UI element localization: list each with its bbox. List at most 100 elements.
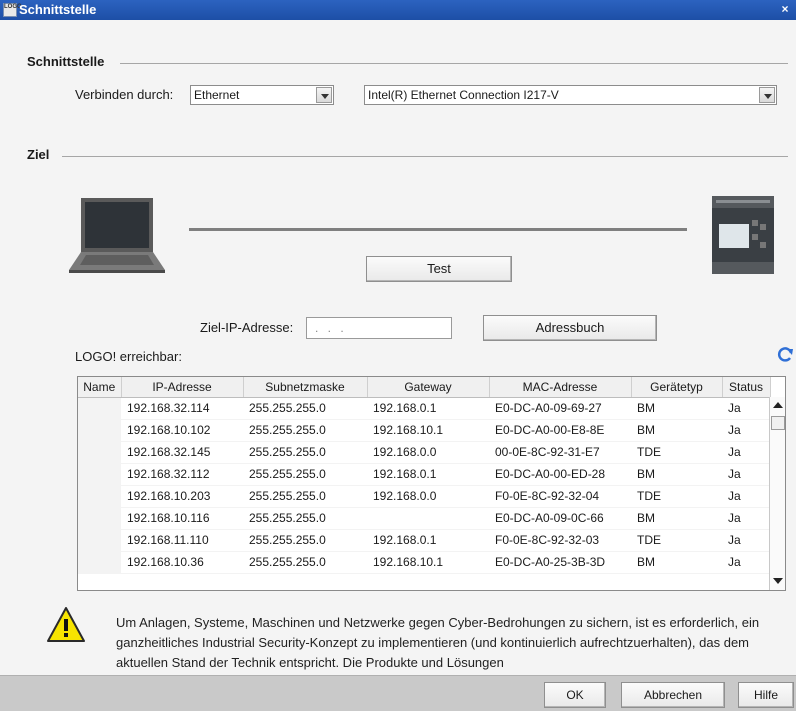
ip-address: 192.168.10.203 bbox=[121, 485, 243, 508]
mac-address: E0-DC-A0-25-3B-3D bbox=[489, 551, 631, 574]
scroll-down-icon[interactable] bbox=[771, 574, 785, 588]
ip-address: 192.168.10.36 bbox=[121, 551, 243, 574]
network-adapter-value: Intel(R) Ethernet Connection I217-V bbox=[368, 88, 559, 102]
gateway: 192.168.10.1 bbox=[367, 551, 489, 574]
addressbook-button[interactable]: Adressbuch bbox=[483, 315, 657, 341]
column-header-gateway[interactable]: Gateway bbox=[367, 377, 490, 398]
column-header-subnet[interactable]: Subnetzmaske bbox=[243, 377, 368, 398]
subnet-mask: 255.255.255.0 bbox=[243, 529, 367, 552]
footer-bar: OK Abbrechen Hilfe bbox=[0, 675, 796, 711]
network-adapter-select[interactable]: Intel(R) Ethernet Connection I217-V bbox=[364, 85, 777, 105]
device-name bbox=[78, 485, 121, 508]
device-name bbox=[78, 419, 121, 442]
test-button[interactable]: Test bbox=[366, 256, 512, 282]
chevron-down-icon[interactable] bbox=[759, 87, 775, 103]
interface-section-label: Schnittstelle bbox=[27, 54, 105, 69]
help-button[interactable]: Hilfe bbox=[738, 682, 794, 708]
connect-via-label: Verbinden durch: bbox=[75, 87, 174, 102]
column-header-ip[interactable]: IP-Adresse bbox=[121, 377, 244, 398]
subnet-mask: 255.255.255.0 bbox=[243, 463, 367, 486]
mac-address: 00-0E-8C-92-31-E7 bbox=[489, 441, 631, 464]
ip-address: 192.168.32.114 bbox=[121, 397, 243, 420]
device-type: BM bbox=[631, 419, 722, 442]
gateway: 192.168.0.0 bbox=[367, 441, 489, 464]
device-name bbox=[78, 551, 121, 574]
device-type: BM bbox=[631, 551, 722, 574]
ip-address: 192.168.32.145 bbox=[121, 441, 243, 464]
ip-address: 192.168.10.102 bbox=[121, 419, 243, 442]
device-type: TDE bbox=[631, 441, 722, 464]
subnet-mask: 255.255.255.0 bbox=[243, 441, 367, 464]
device-status: Ja bbox=[722, 463, 770, 486]
table-row[interactable]: 192.168.10.116 255.255.255.0 E0-DC-A0-09… bbox=[78, 507, 770, 530]
gateway: 192.168.0.1 bbox=[367, 529, 489, 552]
ip-address: 192.168.11.110 bbox=[121, 529, 243, 552]
table-row[interactable]: 192.168.11.110 255.255.255.0 192.168.0.1… bbox=[78, 529, 770, 552]
reachable-label: LOGO! erreichbar: bbox=[75, 349, 182, 364]
ip-address: 192.168.10.116 bbox=[121, 507, 243, 530]
device-name bbox=[78, 529, 121, 552]
device-name bbox=[78, 397, 121, 420]
device-status: Ja bbox=[722, 419, 770, 442]
title-bar: LOGO Schnittstelle × bbox=[0, 0, 796, 20]
gateway: 192.168.0.0 bbox=[367, 485, 489, 508]
gateway: 192.168.0.1 bbox=[367, 397, 489, 420]
scroll-thumb[interactable] bbox=[771, 416, 785, 430]
device-type: TDE bbox=[631, 485, 722, 508]
target-section-label: Ziel bbox=[27, 147, 50, 162]
gateway: 192.168.0.1 bbox=[367, 463, 489, 486]
device-type: BM bbox=[631, 463, 722, 486]
mac-address: F0-0E-8C-92-32-03 bbox=[489, 529, 631, 552]
security-warning-text: Um Anlagen, Systeme, Maschinen und Netzw… bbox=[116, 615, 760, 670]
subnet-mask: 255.255.255.0 bbox=[243, 397, 367, 420]
ok-button[interactable]: OK bbox=[544, 682, 606, 708]
warning-icon bbox=[47, 607, 85, 642]
column-header-mac[interactable]: MAC-Adresse bbox=[489, 377, 632, 398]
device-status: Ja bbox=[722, 485, 770, 508]
ip-address: 192.168.32.112 bbox=[121, 463, 243, 486]
cancel-button[interactable]: Abbrechen bbox=[621, 682, 725, 708]
device-status: Ja bbox=[722, 529, 770, 552]
mac-address: E0-DC-A0-00-ED-28 bbox=[489, 463, 631, 486]
device-type: BM bbox=[631, 397, 722, 420]
connect-via-select[interactable]: Ethernet bbox=[190, 85, 334, 105]
mac-address: E0-DC-A0-09-0C-66 bbox=[489, 507, 631, 530]
connect-via-value: Ethernet bbox=[194, 88, 240, 102]
table-row[interactable]: 192.168.32.112 255.255.255.0 192.168.0.1… bbox=[78, 463, 770, 486]
table-row[interactable]: 192.168.32.145 255.255.255.0 192.168.0.0… bbox=[78, 441, 770, 464]
logo-device-icon bbox=[712, 196, 774, 274]
table-scrollbar[interactable] bbox=[769, 397, 785, 590]
close-icon[interactable]: × bbox=[778, 2, 792, 17]
table-row[interactable]: 192.168.10.102 255.255.255.0 192.168.10.… bbox=[78, 419, 770, 442]
chevron-down-icon[interactable] bbox=[316, 87, 332, 103]
device-table: Name IP-Adresse Subnetzmaske Gateway MAC… bbox=[77, 376, 786, 591]
device-type: BM bbox=[631, 507, 722, 530]
device-status: Ja bbox=[722, 397, 770, 420]
table-row[interactable]: 192.168.10.36 255.255.255.0 192.168.10.1… bbox=[78, 551, 770, 574]
window-title: Schnittstelle bbox=[19, 2, 97, 17]
device-status: Ja bbox=[722, 441, 770, 464]
subnet-mask: 255.255.255.0 bbox=[243, 551, 367, 574]
device-name bbox=[78, 441, 121, 464]
mac-address: F0-0E-8C-92-32-04 bbox=[489, 485, 631, 508]
column-header-device-type[interactable]: Gerätetyp bbox=[631, 377, 723, 398]
subnet-mask: 255.255.255.0 bbox=[243, 419, 367, 442]
target-divider bbox=[62, 156, 788, 157]
scroll-up-icon[interactable] bbox=[771, 399, 785, 413]
laptop-icon bbox=[69, 198, 165, 273]
logo-app-icon: LOGO bbox=[3, 3, 22, 17]
column-header-status[interactable]: Status bbox=[722, 377, 771, 398]
refresh-icon[interactable] bbox=[777, 346, 795, 364]
gateway bbox=[367, 507, 489, 530]
target-ip-label: Ziel-IP-Adresse: bbox=[200, 320, 294, 335]
device-status: Ja bbox=[722, 551, 770, 574]
device-name bbox=[78, 507, 121, 530]
subnet-mask: 255.255.255.0 bbox=[243, 485, 367, 508]
table-row[interactable]: 192.168.32.114 255.255.255.0 192.168.0.1… bbox=[78, 397, 770, 420]
device-status: Ja bbox=[722, 507, 770, 530]
gateway: 192.168.10.1 bbox=[367, 419, 489, 442]
column-header-name[interactable]: Name bbox=[78, 377, 122, 398]
target-ip-input[interactable]: . . . bbox=[306, 317, 452, 339]
connection-line bbox=[189, 228, 687, 231]
table-row[interactable]: 192.168.10.203 255.255.255.0 192.168.0.0… bbox=[78, 485, 770, 508]
